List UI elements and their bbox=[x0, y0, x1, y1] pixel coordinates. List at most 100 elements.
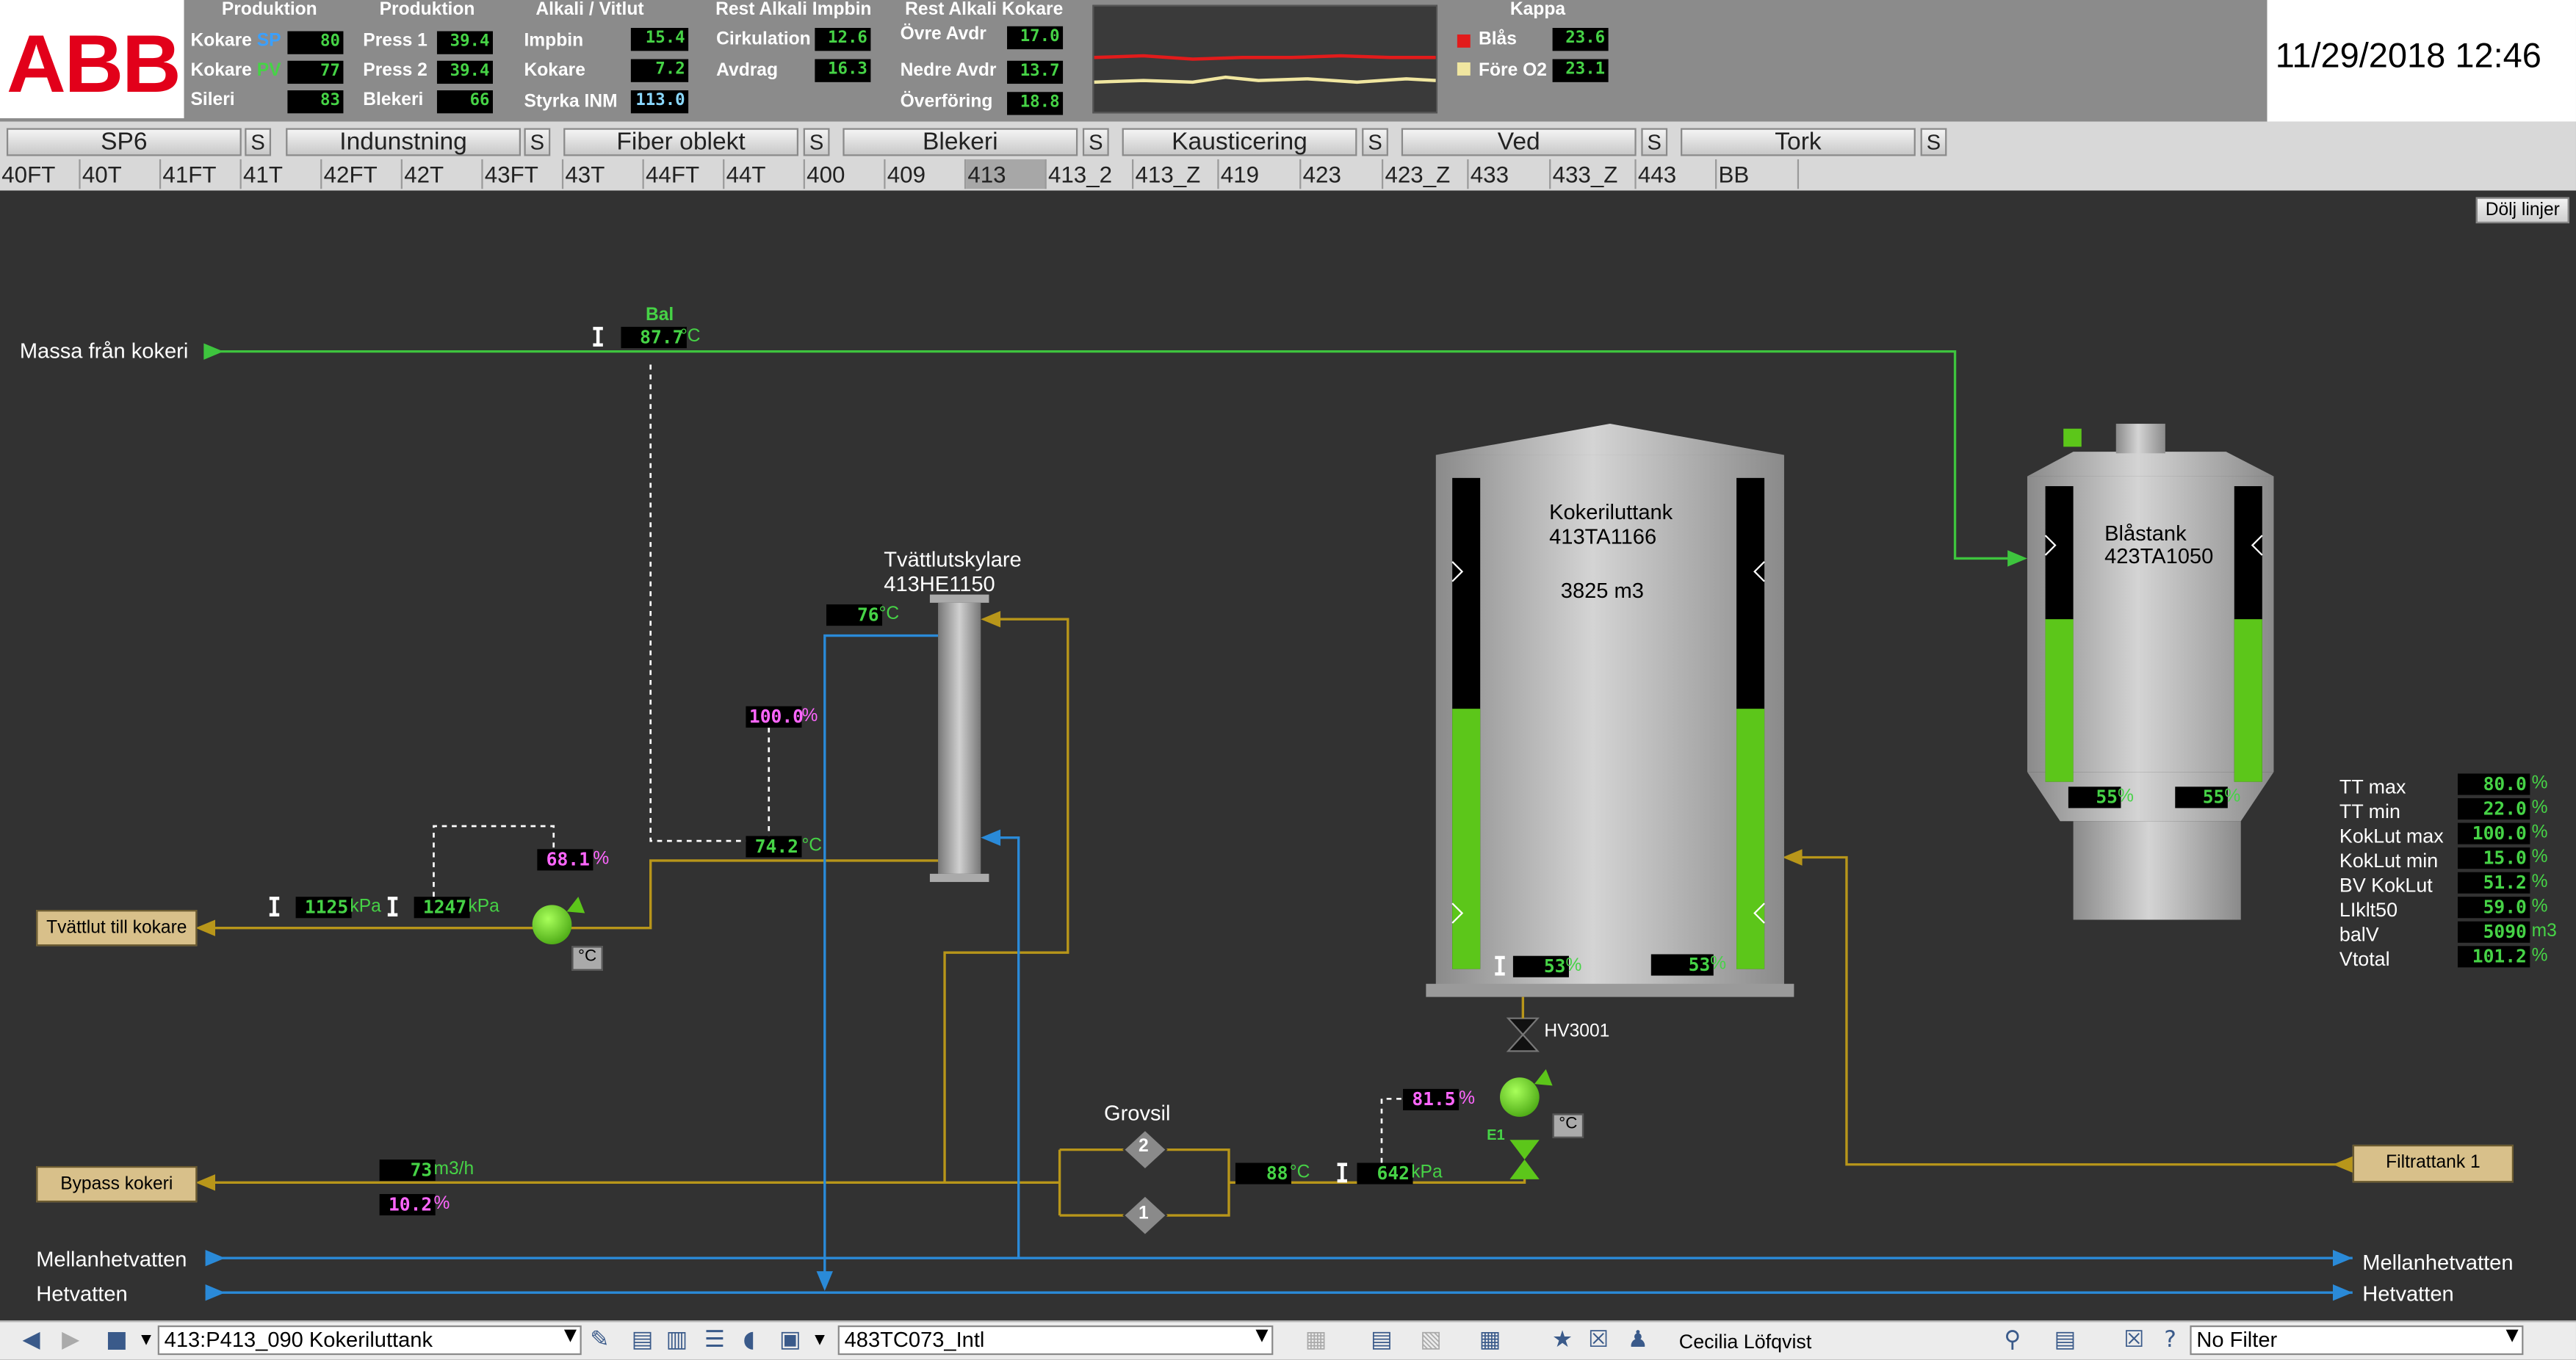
pressure-1247-value[interactable]: 1247 bbox=[414, 897, 470, 919]
help-icon[interactable]: ? bbox=[2155, 1325, 2184, 1355]
cooler-temp-value[interactable]: 76 bbox=[826, 604, 883, 626]
pump-2-shape bbox=[1500, 1069, 1553, 1179]
tank1-level-fill-right bbox=[1736, 709, 1765, 969]
param-unit: % bbox=[2531, 773, 2548, 794]
param-label: TT max bbox=[2339, 775, 2406, 798]
tank1-level-left-value[interactable]: 53 bbox=[1512, 955, 1569, 977]
param-value[interactable]: 22.0 bbox=[2457, 797, 2530, 820]
user-name: Cecilia Löfqvist bbox=[1678, 1330, 1812, 1353]
table-icon[interactable]: ▦ bbox=[1475, 1325, 1504, 1355]
filter-dropdown[interactable]: No Filter ▼ bbox=[2190, 1325, 2524, 1356]
document-icon[interactable]: ▥ bbox=[662, 1325, 691, 1355]
tank2-name: Blåstank bbox=[2104, 521, 2187, 546]
network-icon[interactable]: ▣ bbox=[776, 1325, 805, 1355]
search-icon[interactable]: ⚲ bbox=[1998, 1325, 2027, 1355]
param-value[interactable]: 5090 bbox=[2457, 921, 2530, 943]
param-unit: % bbox=[2531, 897, 2548, 917]
star-icon[interactable]: ★ bbox=[1548, 1325, 1577, 1355]
close-box-icon[interactable]: ☒ bbox=[1584, 1325, 1613, 1355]
pressure-642-value[interactable]: 642 bbox=[1357, 1162, 1413, 1184]
tank1-level-fill-left bbox=[1452, 709, 1481, 969]
tank2-level-left-unit: % bbox=[2117, 786, 2134, 807]
param-value[interactable]: 100.0 bbox=[2457, 822, 2530, 844]
user-lock-icon[interactable]: ♟ bbox=[1623, 1325, 1653, 1355]
param-unit: % bbox=[2531, 822, 2548, 843]
pump1-pct-value[interactable]: 68.1 bbox=[537, 849, 594, 871]
location-text: 413:P413_090 Kokeriluttank bbox=[164, 1327, 433, 1352]
location-dropdown[interactable]: 413:P413_090 Kokeriluttank ▼ bbox=[157, 1325, 582, 1356]
tank1-name: Kokeriluttank bbox=[1549, 499, 1673, 524]
hide-lines-button[interactable]: Dölj linjer bbox=[2475, 197, 2570, 224]
app-window: ABB Produktion Kokare SP 80 Kokare PV 77… bbox=[0, 0, 2576, 1360]
object-browser-icon[interactable]: ■ bbox=[102, 1325, 131, 1355]
filter-toggle-icon[interactable]: ▤ bbox=[2050, 1325, 2079, 1355]
valve-pct-value[interactable]: 100.0 bbox=[746, 706, 804, 728]
grovsil-1-label[interactable]: 1 bbox=[1139, 1204, 1149, 1223]
list-icon[interactable]: ☰ bbox=[700, 1325, 729, 1355]
tank2-level-left-value[interactable]: 55 bbox=[2068, 786, 2121, 809]
tank1-level-right-unit: % bbox=[1710, 954, 1727, 974]
param-unit: % bbox=[2531, 946, 2548, 966]
chevron-down-icon[interactable]: ▼ bbox=[131, 1325, 161, 1355]
pump2-temp-badge[interactable]: °C bbox=[1552, 1113, 1584, 1138]
bypass-flow-value[interactable]: 73 bbox=[379, 1160, 436, 1182]
arrow-het-out bbox=[2332, 1284, 2353, 1301]
chevron-down-icon: ▼ bbox=[563, 1327, 577, 1345]
bal-temp-unit: °C bbox=[679, 327, 701, 347]
mellanhetvatten-right-label: Mellanhetvatten bbox=[2362, 1250, 2514, 1275]
pin-icon[interactable]: ✎ bbox=[585, 1325, 614, 1355]
filter-text: No Filter bbox=[2196, 1327, 2278, 1352]
massa-fran-kokeri-label: Massa från kokeri bbox=[19, 338, 189, 363]
bypass-pct-value[interactable]: 10.2 bbox=[379, 1194, 436, 1216]
pump2-pct-value[interactable]: 81.5 bbox=[1403, 1088, 1460, 1110]
chart-icon[interactable]: ▧ bbox=[1416, 1325, 1446, 1355]
tank1-level-right-value[interactable]: 53 bbox=[1650, 954, 1714, 976]
param-row: TT max 80.0% bbox=[2339, 772, 2547, 798]
diagram-graphics bbox=[195, 327, 2353, 1301]
pump1-temp-badge[interactable]: °C bbox=[571, 946, 603, 971]
bal-temp-value[interactable]: 87.7 bbox=[621, 327, 687, 349]
param-value[interactable]: 15.0 bbox=[2457, 847, 2530, 869]
print-icon[interactable]: ▤ bbox=[627, 1325, 657, 1355]
param-value[interactable]: 101.2 bbox=[2457, 946, 2530, 968]
bypass-kokeri-button[interactable]: Bypass kokeri bbox=[36, 1165, 198, 1203]
arrow-massa-in bbox=[203, 343, 224, 360]
tank2-level-right-value[interactable]: 55 bbox=[2175, 786, 2228, 809]
speaker-icon[interactable]: ◖ bbox=[735, 1325, 764, 1355]
cooler-name: Tvättlutskylare bbox=[884, 546, 1022, 572]
object-text: 483TC073_Intl bbox=[844, 1327, 985, 1352]
grovsil-2-label[interactable]: 2 bbox=[1139, 1137, 1149, 1157]
temp-742-unit: °C bbox=[801, 836, 823, 856]
arrow-cooler-blue-in bbox=[981, 829, 1001, 846]
arrow-cooler-down bbox=[816, 1271, 833, 1291]
param-row: TT min 22.0% bbox=[2339, 797, 2547, 823]
arrow-mellan-in bbox=[205, 1250, 226, 1267]
zoom-icon[interactable]: ▦ bbox=[1301, 1325, 1330, 1355]
param-unit: % bbox=[2531, 872, 2548, 892]
tvattlut-till-kokare-button[interactable]: Tvättlut till kokare bbox=[36, 910, 198, 947]
temp-88-value[interactable]: 88 bbox=[1235, 1162, 1291, 1184]
pressure-1125-value[interactable]: 1125 bbox=[295, 897, 352, 919]
clear-filter-icon[interactable]: ☒ bbox=[2119, 1325, 2149, 1355]
param-value[interactable]: 59.0 bbox=[2457, 897, 2530, 919]
param-label: KokLut min bbox=[2339, 849, 2439, 872]
param-label: LIklt50 bbox=[2339, 898, 2398, 922]
param-value[interactable]: 51.2 bbox=[2457, 872, 2530, 894]
object-field[interactable]: 483TC073_Intl ▼ bbox=[837, 1325, 1274, 1356]
chevron-down-icon[interactable]: ▼ bbox=[805, 1325, 834, 1355]
temp-742-value[interactable]: 74.2 bbox=[746, 836, 802, 858]
param-value[interactable]: 80.0 bbox=[2457, 773, 2530, 795]
param-label: Vtotal bbox=[2339, 947, 2390, 971]
valve-hv3001-shape bbox=[1506, 1017, 1540, 1052]
hetvatten-left-label: Hetvatten bbox=[36, 1281, 128, 1306]
hv3001-label[interactable]: HV3001 bbox=[1544, 1021, 1609, 1041]
back-icon[interactable]: ◀ bbox=[16, 1325, 46, 1355]
forward-icon[interactable]: ▶ bbox=[56, 1325, 85, 1355]
cooler-tag: 413HE1150 bbox=[884, 571, 995, 596]
pump1-pct-unit: % bbox=[593, 849, 610, 869]
filtrattank-1-button[interactable]: Filtrattank 1 bbox=[2352, 1144, 2514, 1183]
param-label: KokLut max bbox=[2339, 824, 2444, 848]
arrow-tank-in bbox=[1782, 849, 1803, 866]
arrow-mellan-out bbox=[2332, 1250, 2353, 1267]
layout-icon[interactable]: ▤ bbox=[1367, 1325, 1396, 1355]
